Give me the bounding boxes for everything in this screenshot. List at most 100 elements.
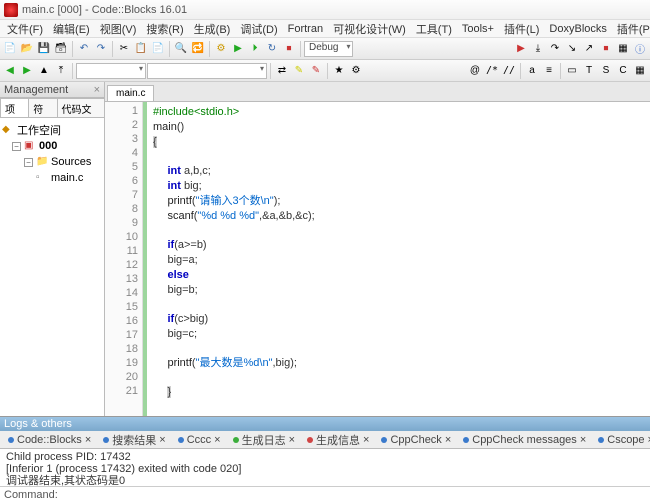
menu-wx[interactable]: 可视化设计(W) — [328, 21, 411, 37]
workspace-icon: ◆ — [2, 124, 14, 136]
title-bar: main.c [000] - Code::Blocks 16.01 — [0, 0, 650, 20]
menu-plugins[interactable]: 插件(L) — [499, 21, 544, 37]
rebuild-icon[interactable]: ↻ — [264, 41, 280, 57]
redo-icon[interactable]: ↷ — [93, 41, 109, 57]
nav-back-icon[interactable]: ◀ — [2, 63, 18, 79]
editor-body[interactable]: 123456789101112131415161718192021 #inclu… — [105, 102, 650, 416]
close-icon[interactable]: × — [363, 434, 369, 446]
highlight-icon[interactable]: ✎ — [291, 63, 307, 79]
debug-windows-icon[interactable]: ▦ — [615, 41, 631, 57]
build-run-icon[interactable]: ⏵ — [247, 41, 263, 57]
log-tab-cppcheckmsg[interactable]: CppCheck messages× — [457, 433, 592, 447]
settings-icon[interactable]: ⚙ — [348, 63, 364, 79]
abbr-icon[interactable]: a — [524, 63, 540, 79]
management-title: Management × — [0, 82, 104, 98]
c-file-icon: ▫ — [36, 172, 48, 184]
nav-fwd-icon[interactable]: ▶ — [19, 63, 35, 79]
cut-icon[interactable]: ✂ — [116, 41, 132, 57]
symbol-combo[interactable] — [147, 63, 267, 79]
open-icon[interactable]: 📂 — [19, 41, 35, 57]
log-tab-cccc[interactable]: Cccc× — [172, 433, 227, 447]
close-icon[interactable]: × — [580, 434, 586, 446]
doxy-icon[interactable]: @ — [467, 63, 483, 79]
doc-tab-main[interactable]: main.c — [107, 85, 154, 101]
tab-projects[interactable]: 项目 — [0, 98, 29, 117]
code-text[interactable]: #include<stdio.h> main() { int a,b,c; in… — [147, 102, 650, 416]
misc-icon[interactable]: ≡ — [541, 63, 557, 79]
build-target-combo[interactable]: Debug — [304, 41, 353, 57]
menu-view[interactable]: 视图(V) — [95, 21, 142, 37]
bookmark-icon[interactable]: ★ — [331, 63, 347, 79]
management-tabs: 项目 符号 代码文件 — [0, 98, 104, 118]
toggle-icon[interactable]: ⇄ — [274, 63, 290, 79]
log-tab-cscope[interactable]: Cscope× — [592, 433, 650, 447]
tab-files[interactable]: 代码文件 — [57, 98, 106, 117]
paste-icon[interactable]: 📄 — [150, 41, 166, 57]
tree-folder-sources[interactable]: − 📁 Sources — [2, 154, 102, 170]
line-gutter: 123456789101112131415161718192021 — [105, 102, 143, 416]
c-icon[interactable]: C — [615, 63, 631, 79]
build-icon[interactable]: ⚙ — [213, 41, 229, 57]
comment-block-icon[interactable]: /* — [484, 63, 500, 79]
logs-panel: Logs & others Code::Blocks× 搜索结果× Cccc× … — [0, 416, 650, 502]
log-tab-cppcheck[interactable]: CppCheck× — [375, 433, 457, 447]
step-into-icon[interactable]: ↘ — [564, 41, 580, 57]
log-tab-search[interactable]: 搜索结果× — [97, 431, 171, 449]
close-icon[interactable]: × — [289, 434, 295, 446]
nav-last-icon[interactable]: ⤒ — [53, 63, 69, 79]
menu-tools-plus[interactable]: Tools+ — [457, 23, 499, 35]
new-icon[interactable]: 📄 — [2, 41, 18, 57]
collapse-icon[interactable]: − — [12, 142, 21, 151]
panel-close-icon[interactable]: × — [94, 84, 100, 96]
tree-workspace[interactable]: ◆ 工作空间 — [2, 122, 102, 138]
comment-line-icon[interactable]: // — [501, 63, 517, 79]
undo-icon[interactable]: ↶ — [76, 41, 92, 57]
save-icon[interactable]: 💾 — [36, 41, 52, 57]
nav-up-icon[interactable]: ▲ — [36, 63, 52, 79]
tree-project[interactable]: − ▣ 000 — [2, 138, 102, 154]
t-icon[interactable]: T — [581, 63, 597, 79]
info-icon[interactable]: ⓘ — [632, 41, 648, 57]
close-icon[interactable]: × — [159, 434, 165, 446]
folder-icon: 📁 — [36, 156, 48, 168]
menu-debug[interactable]: 调试(D) — [235, 21, 282, 37]
menu-tools[interactable]: 工具(T) — [411, 21, 457, 37]
log-tabs: Code::Blocks× 搜索结果× Cccc× 生成日志× 生成信息× Cp… — [0, 431, 650, 449]
fortran-icon[interactable]: ▦ — [632, 63, 648, 79]
menu-fortran[interactable]: Fortran — [283, 23, 328, 35]
run-icon[interactable]: ▶ — [230, 41, 246, 57]
log-tab-codeblocks[interactable]: Code::Blocks× — [2, 433, 97, 447]
menu-doxyblocks[interactable]: DoxyBlocks — [544, 23, 611, 35]
close-icon[interactable]: × — [445, 434, 451, 446]
replace-icon[interactable]: 🔁 — [190, 41, 206, 57]
stop-icon[interactable]: ⏹ — [281, 41, 297, 57]
tree-file-main[interactable]: ▫ main.c — [2, 170, 102, 186]
close-icon[interactable]: × — [214, 434, 220, 446]
menu-file[interactable]: 文件(F) — [2, 21, 48, 37]
log-output[interactable]: Child process PID: 17432 [Inferior 1 (pr… — [0, 449, 650, 486]
scope-combo[interactable] — [76, 63, 146, 79]
copy-icon[interactable]: 📋 — [133, 41, 149, 57]
menu-plugins2[interactable]: 插件(P) — [612, 21, 650, 37]
collapse-icon[interactable]: − — [24, 158, 33, 167]
menu-build[interactable]: 生成(B) — [189, 21, 236, 37]
log-tab-buildlog[interactable]: 生成日志× — [227, 431, 301, 449]
menu-search[interactable]: 搜索(R) — [141, 21, 188, 37]
run-to-cursor-icon[interactable]: ⤓ — [530, 41, 546, 57]
project-tree[interactable]: ◆ 工作空间 − ▣ 000 − 📁 Sources ▫ main.c — [0, 118, 104, 416]
s-icon[interactable]: S — [598, 63, 614, 79]
find-icon[interactable]: 🔍 — [173, 41, 189, 57]
debug-start-icon[interactable]: ▶ — [513, 41, 529, 57]
step-over-icon[interactable]: ↷ — [547, 41, 563, 57]
step-out-icon[interactable]: ↗ — [581, 41, 597, 57]
debug-stop-icon[interactable]: ⏹ — [598, 41, 614, 57]
select-icon[interactable]: ▭ — [564, 63, 580, 79]
log-tab-buildmsg[interactable]: 生成信息× — [301, 431, 375, 449]
close-icon[interactable]: × — [85, 434, 91, 446]
tab-symbols[interactable]: 符号 — [28, 98, 57, 117]
window-title: main.c [000] - Code::Blocks 16.01 — [22, 4, 187, 16]
command-bar[interactable]: Command: — [0, 486, 650, 502]
save-all-icon[interactable]: 🗃 — [53, 41, 69, 57]
menu-edit[interactable]: 编辑(E) — [48, 21, 95, 37]
mark-icon[interactable]: ✎ — [308, 63, 324, 79]
